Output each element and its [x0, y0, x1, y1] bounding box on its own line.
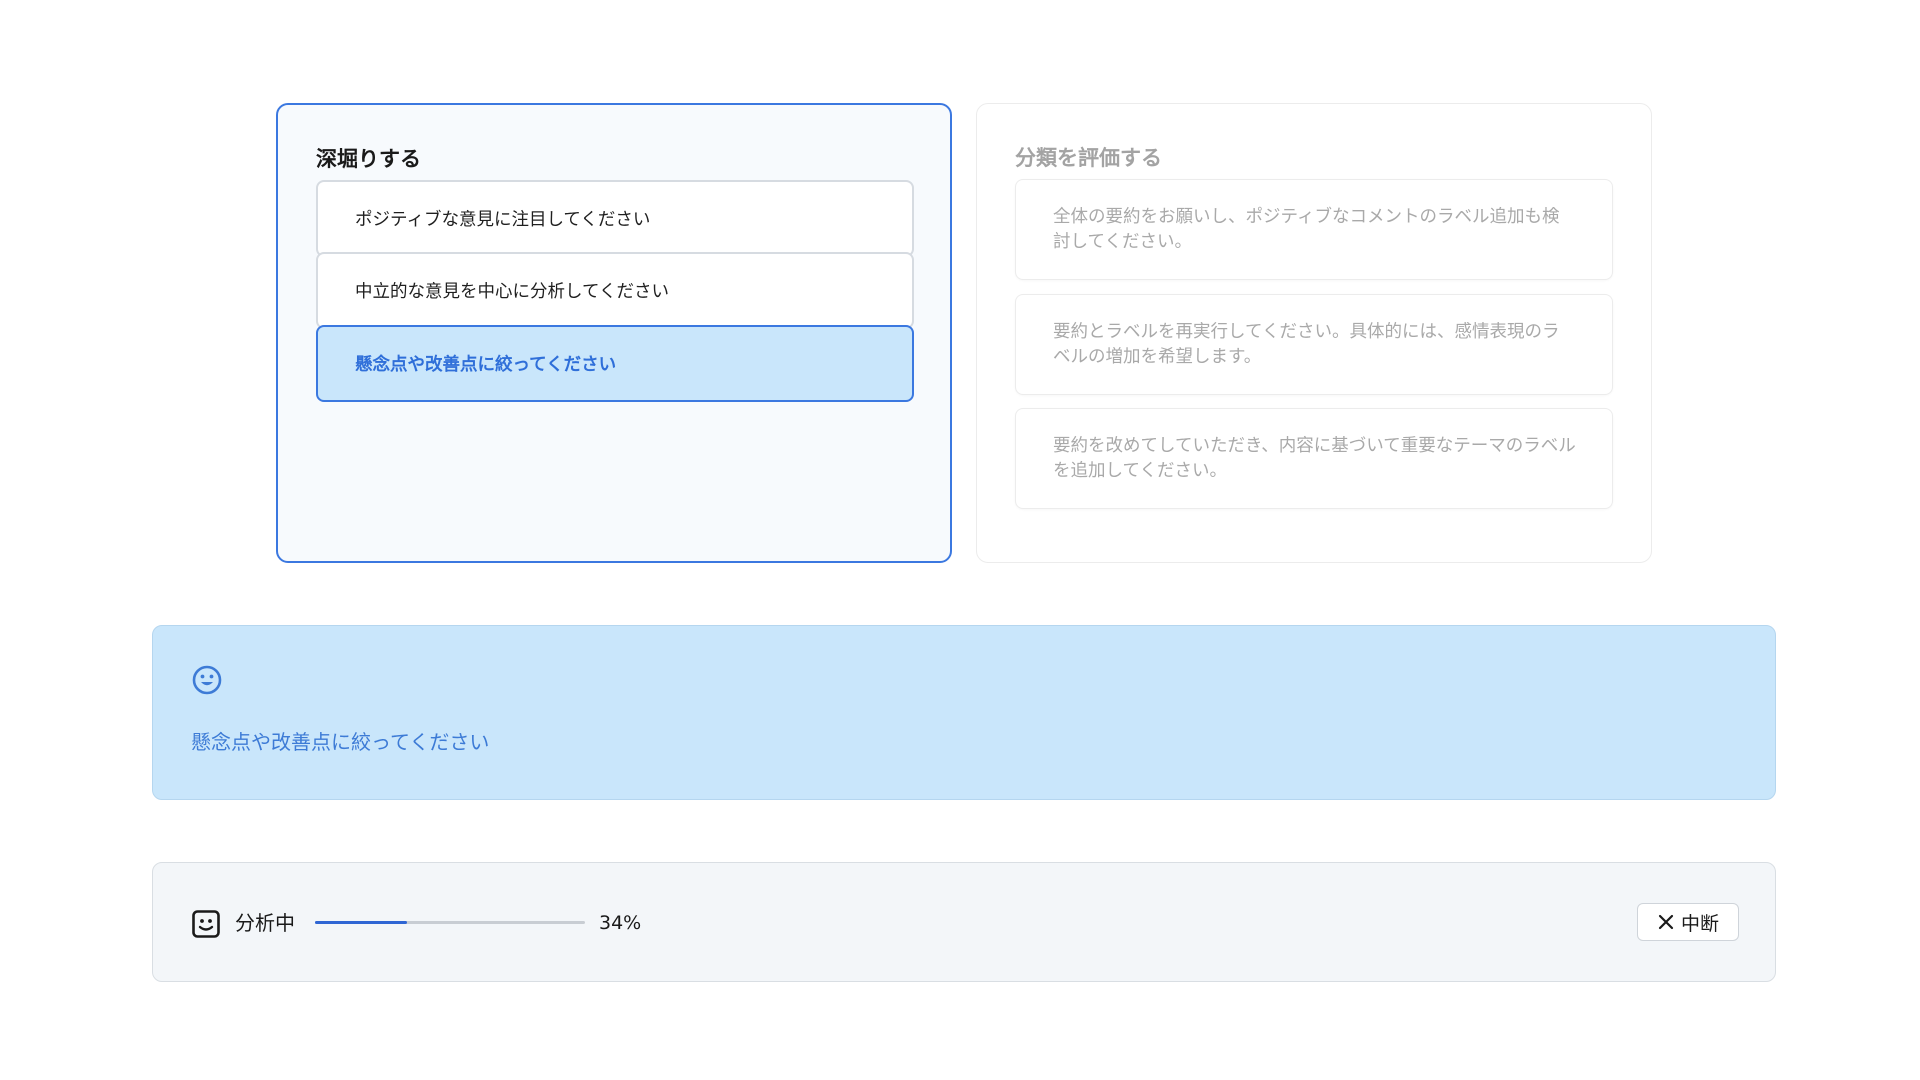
selected-prompt-card: 懸念点や改善点に絞ってください — [152, 625, 1776, 800]
robot-face-icon — [192, 910, 220, 938]
evaluate-option-summary-positive[interactable]: 全体の要約をお願いし、ポジティブなコメントのラベル追加も検討してください。 — [1015, 179, 1613, 280]
option-label: ポジティブな意見に注目してください — [355, 210, 651, 230]
option-label: 要約を改めてしていただき、内容に基づいて重要なテーマのラベルを追加してください。 — [1053, 435, 1576, 481]
stop-button-label: 中断 — [1680, 912, 1719, 935]
analysis-progress-bar: 分析中 34% 中断 — [152, 862, 1776, 982]
deep-dive-option-neutral[interactable]: 中立的な意見を中心に分析してください — [316, 252, 914, 329]
option-label: 全体の要約をお願いし、ポジティブなコメントのラベル追加も検討してください。 — [1053, 206, 1560, 252]
progress-percent: 34% — [599, 912, 642, 934]
progress-fill — [315, 921, 407, 924]
evaluate-title: 分類を評価する — [1015, 146, 1162, 170]
deep-dive-title: 深堀りする — [316, 147, 421, 171]
close-icon — [1658, 914, 1674, 930]
progress-track — [315, 921, 585, 924]
option-label: 中立的な意見を中心に分析してください — [355, 282, 669, 302]
selected-prompt-text: 懸念点や改善点に絞ってください — [191, 730, 490, 754]
deep-dive-panel: 深堀りする ポジティブな意見に注目してください 中立的な意見を中心に分析してくだ… — [276, 103, 952, 563]
deep-dive-option-positive[interactable]: ポジティブな意見に注目してください — [316, 180, 914, 257]
deep-dive-option-concerns[interactable]: 懸念点や改善点に絞ってください — [316, 325, 914, 402]
option-label: 要約とラベルを再実行してください。具体的には、感情表現のラベルの増加を希望します… — [1053, 321, 1560, 367]
stop-button[interactable]: 中断 — [1637, 903, 1739, 941]
evaluate-panel: 分類を評価する 全体の要約をお願いし、ポジティブなコメントのラベル追加も検討して… — [976, 103, 1652, 563]
progress-label: 分析中 — [235, 911, 295, 935]
option-label: 懸念点や改善点に絞ってください — [355, 355, 617, 375]
evaluate-option-rerun-emotion[interactable]: 要約とラベルを再実行してください。具体的には、感情表現のラベルの増加を希望します… — [1015, 294, 1613, 395]
smiley-icon — [192, 665, 222, 695]
evaluate-option-theme-labels[interactable]: 要約を改めてしていただき、内容に基づいて重要なテーマのラベルを追加してください。 — [1015, 408, 1613, 509]
